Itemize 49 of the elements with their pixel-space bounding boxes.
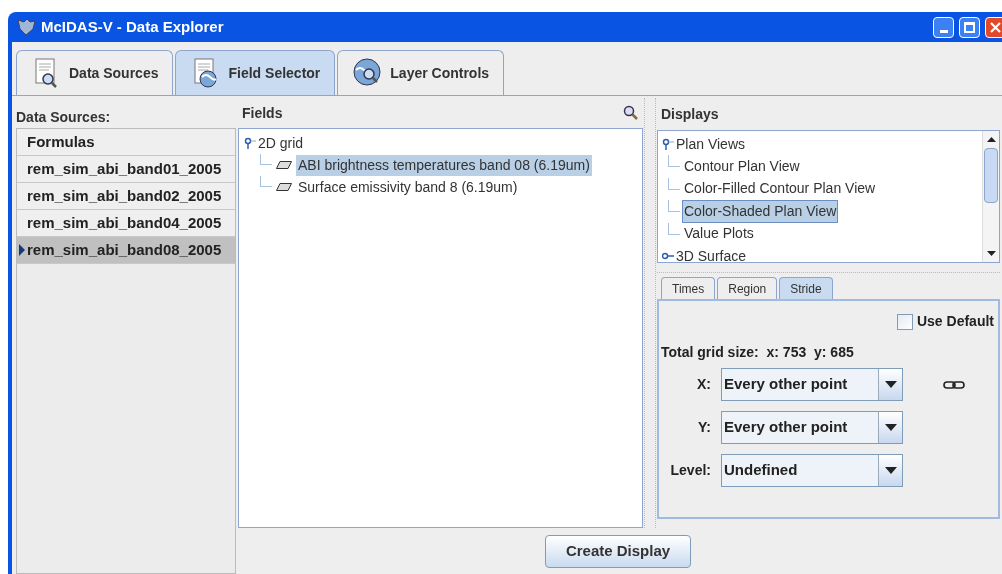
- dropdown[interactable]: Every other point: [721, 411, 903, 444]
- scroll-up-icon[interactable]: [986, 137, 996, 142]
- dropdown[interactable]: Every other point: [721, 368, 903, 401]
- current-item-icon: [19, 244, 25, 256]
- dropdown[interactable]: Undefined: [721, 454, 903, 487]
- grid-size-label: Total grid size: x: 753 y: 685: [661, 343, 855, 362]
- tab[interactable]: Data Sources: [16, 50, 174, 95]
- tab[interactable]: Stride: [779, 277, 833, 299]
- tree-item[interactable]: Contour Plan View: [682, 154, 802, 178]
- panel-title: Fields: [242, 103, 283, 123]
- create-display-button[interactable]: Create Display: [544, 534, 692, 568]
- search-icon[interactable]: [623, 105, 639, 121]
- tree-item[interactable]: Color-Filled Contour Plan View: [682, 177, 878, 201]
- tab[interactable]: Region: [717, 277, 778, 299]
- field-label: X:: [696, 375, 711, 394]
- grid-field-icon: [276, 161, 292, 169]
- dropdown-arrow-icon: [884, 381, 897, 388]
- checkbox-label: Use Default: [916, 312, 994, 331]
- window-title: McIDAS-V - Data Explorer: [41, 16, 225, 37]
- tab[interactable]: Field Selector: [175, 50, 336, 95]
- grid-field-icon: [276, 183, 292, 191]
- tree-item[interactable]: Surface emissivity band 8 (6.19um): [296, 176, 520, 198]
- chain-link-icon[interactable]: [943, 380, 965, 389]
- dropdown-arrow-icon: [884, 467, 897, 474]
- tree-item[interactable]: Color-Shaded Plan View: [682, 199, 839, 223]
- panel-title: Displays: [660, 104, 720, 124]
- collapsed-node-icon[interactable]: [662, 250, 674, 262]
- field-label: Level:: [669, 461, 711, 480]
- scroll-down-icon[interactable]: [986, 251, 996, 256]
- tree-node[interactable]: 3D Surface: [676, 245, 747, 262]
- scrollbar[interactable]: [982, 131, 999, 262]
- tree-node[interactable]: Plan Views: [676, 133, 745, 155]
- close-icon: [990, 21, 1001, 33]
- checkbox[interactable]: [896, 313, 913, 330]
- tab[interactable]: Times: [661, 277, 716, 299]
- tree-item[interactable]: ABI brightness temperatures band 08 (6.19um): [296, 154, 592, 176]
- list-item[interactable]: rem_sim_abi_band08_2005: [17, 237, 235, 264]
- tab[interactable]: Layer Controls: [337, 50, 505, 95]
- app-logo-icon: [16, 18, 36, 36]
- dropdown-arrow-icon: [884, 424, 897, 431]
- expanded-node-icon[interactable]: [662, 138, 674, 150]
- field-label: Y:: [697, 418, 711, 437]
- tree-node[interactable]: 2D grid: [258, 132, 304, 154]
- minimize-button[interactable]: [933, 16, 954, 38]
- expanded-node-icon[interactable]: [244, 137, 256, 149]
- tree-item[interactable]: Value Plots: [682, 222, 756, 246]
- maximize-button[interactable]: [959, 16, 980, 38]
- close-button[interactable]: [985, 16, 1002, 38]
- panel-title: Data Sources:: [16, 107, 112, 127]
